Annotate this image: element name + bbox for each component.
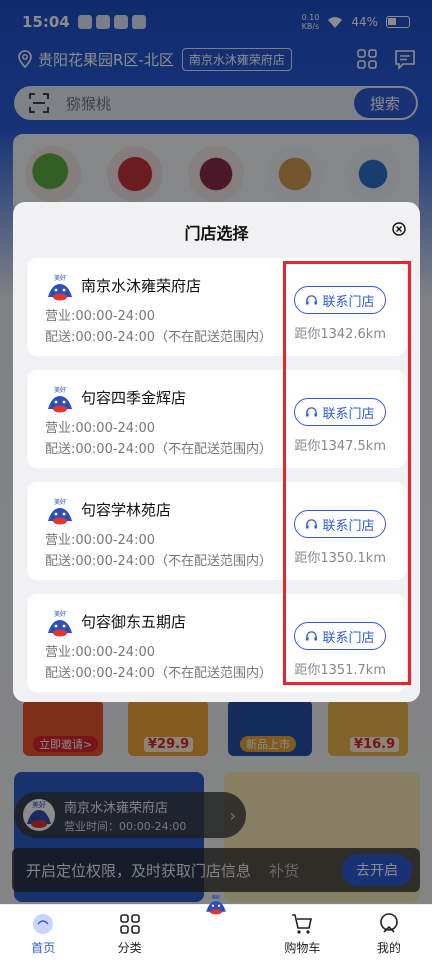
tab-cart[interactable]: 购物车 <box>259 905 345 964</box>
store-hours: 营业:00:00-24:00 <box>45 309 155 324</box>
tab-category[interactable]: 分类 <box>86 905 172 964</box>
store-name: 句容学林苑店 <box>81 501 172 519</box>
store-delivery: 配送:00:00-24:00（不在配送范围内） <box>45 442 272 457</box>
store-name: 句容四季金辉店 <box>81 389 187 407</box>
category-grid-icon <box>119 914 140 934</box>
svg-text:美好: 美好 <box>54 498 66 506</box>
bottom-tab-bar: 首页 分类 美好 购物车 我的 <box>0 893 432 964</box>
brand-logo-icon: 美好 <box>48 498 72 525</box>
tab-brand-center[interactable]: 美好 <box>173 893 259 964</box>
profile-icon <box>380 913 398 933</box>
brand-logo-icon: 美好 <box>206 893 226 915</box>
store-hours: 营业:00:00-24:00 <box>45 533 155 548</box>
brand-logo-icon: 美好 <box>48 274 72 301</box>
store-name: 句容御东五期店 <box>81 613 187 631</box>
store-name: 南京水沐雍荣府店 <box>81 277 202 295</box>
svg-text:美好: 美好 <box>54 274 66 282</box>
store-hours: 营业:00:00-24:00 <box>45 645 155 660</box>
store-delivery: 配送:00:00-24:00（不在配送范围内） <box>45 330 272 345</box>
cart-icon <box>292 914 313 934</box>
home-icon <box>33 914 54 934</box>
svg-text:美好: 美好 <box>54 610 66 618</box>
tab-home[interactable]: 首页 <box>0 905 86 964</box>
store-delivery: 配送:00:00-24:00（不在配送范围内） <box>45 554 272 569</box>
svg-text:美好: 美好 <box>54 386 66 394</box>
store-delivery: 配送:00:00-24:00（不在配送范围内） <box>45 666 272 681</box>
brand-logo-icon: 美好 <box>48 386 72 413</box>
store-hours: 营业:00:00-24:00 <box>45 421 155 436</box>
dialog-title: 门店选择 <box>184 224 249 243</box>
close-icon[interactable] <box>392 222 406 236</box>
highlight-box <box>283 261 411 685</box>
svg-text:美好: 美好 <box>212 893 221 899</box>
tab-mine[interactable]: 我的 <box>346 905 432 964</box>
brand-logo-icon: 美好 <box>48 610 72 637</box>
